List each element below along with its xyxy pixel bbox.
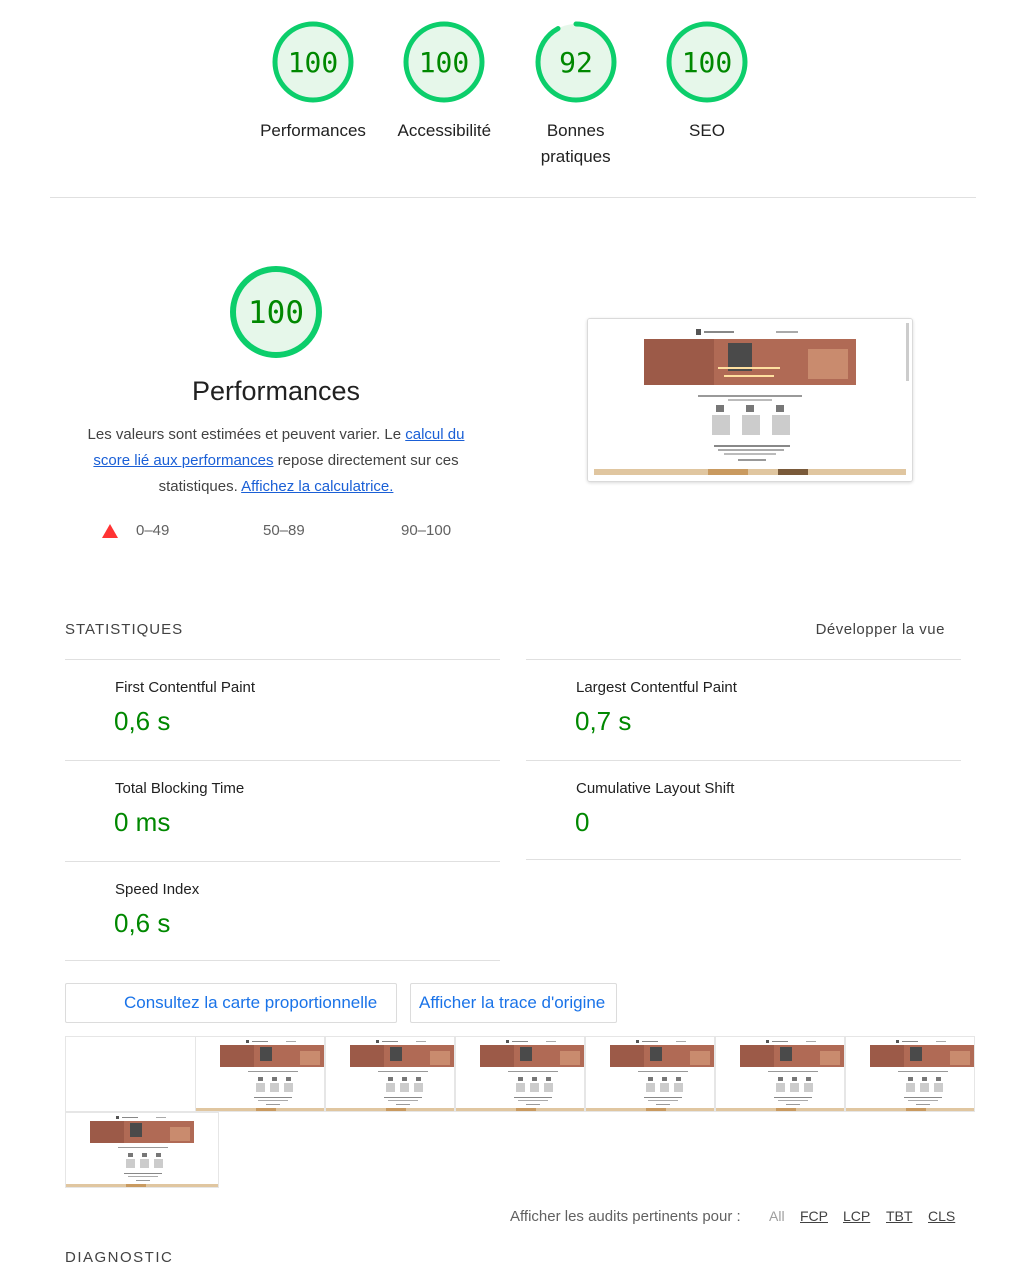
filter-fcp-chip[interactable]: FCP <box>800 1208 828 1224</box>
diagnostic-title: DIAGNOSTIC <box>65 1249 174 1266</box>
frame-thumbnail-image <box>846 1040 974 1111</box>
gauge-ring: 100 <box>272 21 354 103</box>
view-trace-button[interactable]: Afficher la trace d'origine <box>410 983 617 1023</box>
filmstrip <box>65 1036 976 1188</box>
filmstrip-frame <box>65 1112 219 1188</box>
frame-thumbnail-image <box>586 1040 714 1111</box>
metric-tbt: Total Blocking Time 0 ms <box>65 760 500 860</box>
view-treemap-button[interactable]: Consultez la carte proportionnelle <box>65 983 397 1023</box>
filmstrip-frame <box>195 1036 325 1112</box>
metric-title: First Contentful Paint <box>115 679 256 696</box>
frame-thumbnail-image <box>326 1040 454 1111</box>
metric-title: Largest Contentful Paint <box>576 679 737 696</box>
metric-lcp: Largest Contentful Paint 0,7 s <box>526 659 961 759</box>
desc-text: Les valeurs sont estimées et peuvent var… <box>87 426 406 443</box>
frame-thumbnail-image <box>66 1116 218 1187</box>
gauge-label: Bonnes pratiques <box>540 121 611 166</box>
filmstrip-frame <box>715 1036 845 1112</box>
score-gauges: 100 Performances 100 Accessibilité 92 Bo… <box>250 20 770 170</box>
gauge-seo[interactable]: 100 SEO <box>644 20 770 170</box>
metric-cls: Cumulative Layout Shift 0 <box>526 760 961 860</box>
calculator-link[interactable]: Affichez la calculatrice. <box>241 478 393 495</box>
gauge-label: Accessibilité <box>397 121 492 140</box>
metric-fcp: First Contentful Paint 0,6 s <box>65 659 500 759</box>
audit-filter-label: Afficher les audits pertinents pour : <box>510 1208 741 1225</box>
gauge-score: 100 <box>682 46 733 79</box>
legend-pass-label: 90–100 <box>401 522 452 539</box>
filmstrip-frame <box>65 1036 197 1112</box>
page-thumbnail-image <box>588 319 912 481</box>
frame-thumbnail-image <box>456 1040 584 1111</box>
filter-cls-chip[interactable]: CLS <box>928 1208 955 1224</box>
metric-value: 0,7 s <box>575 706 632 736</box>
gauge-ring: 100 <box>403 21 485 103</box>
performance-gauge: 100 <box>230 266 322 358</box>
gauge-label: SEO <box>689 121 725 140</box>
gauge-score: 92 <box>559 46 593 79</box>
legend-fail: 0–49 <box>102 522 169 539</box>
filmstrip-frame <box>455 1036 585 1112</box>
metric-speed-index: Speed Index 0,6 s <box>65 861 500 961</box>
metric-value: 0 <box>575 807 590 837</box>
filter-lcp-chip[interactable]: LCP <box>843 1208 870 1224</box>
metric-value: 0,6 s <box>114 706 171 736</box>
audit-filter: Afficher les audits pertinents pour : Al… <box>510 1208 960 1228</box>
score-legend: 0–49 50–89 90–100 <box>98 522 478 542</box>
legend-pass: 90–100 <box>401 522 451 539</box>
metric-title: Speed Index <box>115 881 200 898</box>
fail-triangle-icon <box>102 523 118 538</box>
gauge-label: Performances <box>260 121 366 140</box>
gauge-ring: 100 <box>666 21 748 103</box>
statistics-title: STATISTIQUES <box>65 621 184 638</box>
performance-description: Les valeurs sont estimées et peuvent var… <box>76 422 476 500</box>
statistics-header: STATISTIQUES Développer la vue <box>65 621 945 641</box>
divider <box>65 960 500 961</box>
performance-score: 100 <box>248 295 304 331</box>
legend-average: 50–89 <box>263 522 305 539</box>
filmstrip-frame <box>325 1036 455 1112</box>
final-screenshot[interactable] <box>587 318 913 482</box>
filter-tbt-chip[interactable]: TBT <box>886 1208 912 1224</box>
metric-value: 0,6 s <box>114 908 171 938</box>
filmstrip-frame <box>585 1036 715 1112</box>
metric-title: Total Blocking Time <box>115 780 245 797</box>
gauge-performance[interactable]: 100 Performances <box>250 20 376 170</box>
performance-title: Performances <box>191 376 361 406</box>
legend-average-label: 50–89 <box>263 522 305 539</box>
gauge-best-practices[interactable]: 92 Bonnes pratiques <box>513 20 639 170</box>
gauge-ring: 92 <box>535 21 617 103</box>
metric-value: 0 ms <box>114 807 171 837</box>
legend-fail-label: 0–49 <box>136 522 170 539</box>
metric-title: Cumulative Layout Shift <box>576 780 735 797</box>
gauge-accessibility[interactable]: 100 Accessibilité <box>381 20 507 170</box>
expand-view-toggle[interactable]: Développer la vue <box>816 621 945 638</box>
gauge-score: 100 <box>288 46 339 79</box>
frame-thumbnail-image <box>716 1040 844 1111</box>
filter-all-chip[interactable]: All <box>769 1208 785 1224</box>
filmstrip-frame <box>845 1036 975 1112</box>
frame-thumbnail-image <box>196 1040 324 1111</box>
gauge-score: 100 <box>419 46 470 79</box>
divider <box>526 859 961 860</box>
divider <box>50 197 976 198</box>
